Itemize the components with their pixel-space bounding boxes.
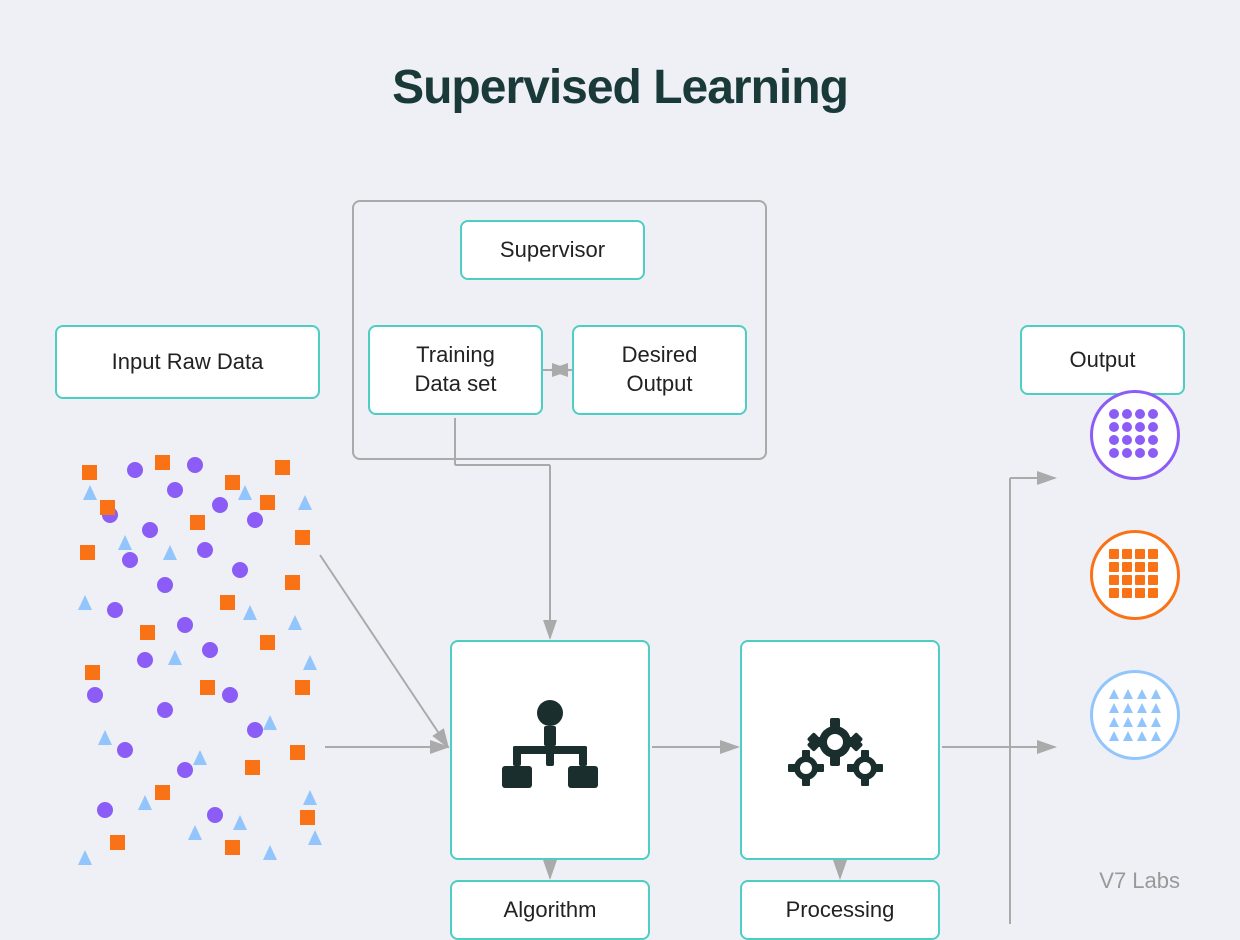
output-box: Output	[1020, 325, 1185, 395]
page-title: Supervised Learning	[0, 0, 1240, 115]
output-circle-orange	[1090, 530, 1180, 620]
blue-triangles-icon	[1100, 680, 1170, 750]
scatter-plot	[55, 440, 325, 870]
diagram-area: Supervisor TrainingData set DesiredOutpu…	[0, 170, 1240, 924]
output-circle-blue	[1090, 670, 1180, 760]
v7-logo: V7 Labs	[1099, 868, 1180, 894]
processing-icon-box	[740, 640, 940, 860]
algorithm-icon	[495, 695, 605, 805]
algorithm-label-box: Algorithm	[450, 880, 650, 940]
processing-label-box: Processing	[740, 880, 940, 940]
supervisor-box: Supervisor	[460, 220, 645, 280]
output-circle-purple	[1090, 390, 1180, 480]
processing-icon	[780, 700, 900, 800]
desired-output-box: DesiredOutput	[572, 325, 747, 415]
algorithm-icon-box	[450, 640, 650, 860]
purple-dots-icon	[1100, 400, 1170, 470]
training-box: TrainingData set	[368, 325, 543, 415]
scatter-svg	[55, 440, 325, 870]
orange-squares-icon	[1100, 540, 1170, 610]
input-box: Input Raw Data	[55, 325, 320, 399]
